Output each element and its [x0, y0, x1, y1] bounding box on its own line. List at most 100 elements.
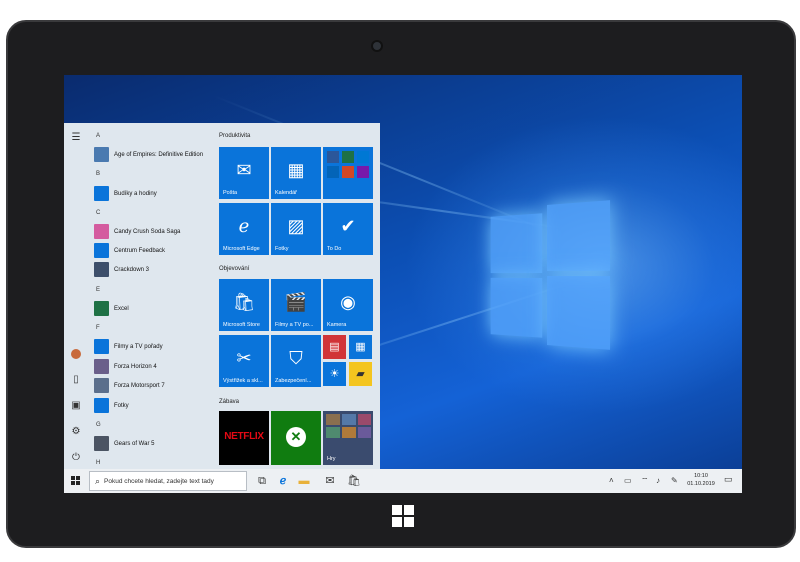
chevron-up-icon[interactable]: ˄ — [609, 474, 614, 488]
photos-icon — [94, 398, 109, 413]
search-placeholder: Pokud chcete hledat, zadejte text tady — [104, 477, 214, 485]
calendar-icon: ▦ — [287, 160, 305, 180]
start-button[interactable] — [64, 469, 88, 493]
app-icon — [94, 378, 109, 393]
shield-icon: ⛉ — [289, 348, 303, 368]
game-thumb — [326, 414, 340, 425]
hamburger-icon[interactable]: ☰ — [69, 131, 83, 145]
tile-mail[interactable]: ✉ Pošta — [219, 147, 269, 199]
windows-home-button[interactable] — [392, 505, 414, 527]
app-label: Forza Motorsport 7 — [114, 382, 165, 389]
tile-label: Výstřižek a skl... — [223, 378, 263, 384]
letter-header[interactable]: E — [96, 287, 100, 293]
onedrive-icon — [327, 166, 339, 178]
tile-camera[interactable]: ◉ Kamera — [323, 279, 373, 331]
tile-label: Zabezpečení... — [275, 378, 312, 384]
app-label: Excel — [114, 305, 129, 312]
xbox-icon: ✕ — [286, 427, 306, 447]
notification-icon[interactable]: ▭ — [724, 474, 733, 485]
letter-header[interactable]: G — [96, 422, 101, 428]
excel-icon — [94, 301, 109, 316]
outlook-icon — [357, 151, 369, 163]
wifi-icon[interactable]: ⌔ — [641, 474, 649, 488]
tile-photos[interactable]: ▨ Fotky — [271, 203, 321, 255]
sticky-note-icon: ▰ — [356, 368, 365, 380]
tile-security[interactable]: ⛉ Zabezpečení... — [271, 335, 321, 387]
tile-label: Pošta — [223, 190, 238, 196]
search-box[interactable]: ⌕ Pokud chcete hledat, zadejte text tady — [89, 471, 247, 491]
start-menu: ☰ ▯ ▣ ⚙ ⏻ A Age of Empires: Definitive E… — [64, 123, 380, 469]
group-title-productivity[interactable]: Produktivita — [219, 133, 250, 139]
app-item[interactable]: Fotky — [94, 397, 218, 414]
app-item[interactable]: Crackdown 3 — [94, 261, 218, 278]
tile-movies[interactable]: 🎬 Filmy a TV po... — [271, 279, 321, 331]
pen-icon[interactable]: ✎ — [671, 474, 678, 488]
windows-wallpaper-logo — [490, 200, 611, 350]
app-item[interactable]: Age of Empires: Definitive Edition — [94, 146, 218, 163]
user-avatar[interactable] — [69, 347, 83, 361]
taskbar: ⌕ Pokud chcete hledat, zadejte text tady… — [64, 469, 742, 493]
clock-time: 10:10 — [694, 473, 708, 479]
tile-games[interactable]: Hry — [323, 411, 373, 465]
excel-icon — [342, 151, 354, 163]
app-label: Crackdown 3 — [114, 266, 150, 273]
settings-icon[interactable]: ⚙ — [69, 425, 83, 439]
tile-snip[interactable]: ✂ Výstřižek a skl... — [219, 335, 269, 387]
letter-header[interactable]: H — [96, 460, 100, 466]
app-label: Centrum Feedback — [114, 247, 166, 254]
app-item[interactable]: Budíky a hodiny — [94, 185, 218, 202]
tile-label: Microsoft Edge — [223, 246, 260, 252]
pictures-icon[interactable]: ▣ — [69, 399, 83, 413]
app-item[interactable]: Filmy a TV pořady — [94, 338, 218, 355]
app-item[interactable]: Gears of War 5 — [94, 435, 218, 452]
tile-netflix[interactable]: NETFLIX — [219, 411, 269, 465]
letter-header[interactable]: A — [96, 133, 100, 139]
game-thumb — [358, 427, 371, 438]
tile-calculator[interactable]: ▦ — [349, 335, 372, 359]
document-icon[interactable]: ▯ — [69, 373, 83, 387]
clapper-icon: 🎬 — [284, 292, 308, 312]
tile-calendar[interactable]: ▦ Kalendář — [271, 147, 321, 199]
app-item[interactable]: Centrum Feedback — [94, 242, 218, 259]
onenote-icon — [357, 166, 369, 178]
letter-header[interactable]: B — [96, 171, 100, 177]
calculator-icon: ▦ — [355, 341, 366, 353]
edge-icon[interactable]: ℯ — [275, 473, 291, 489]
start-rail: ☰ ▯ ▣ ⚙ ⏻ — [64, 123, 88, 469]
tile-edge[interactable]: ℯ Microsoft Edge — [219, 203, 269, 255]
letter-header[interactable]: F — [96, 325, 100, 331]
tile-sticky-notes[interactable]: ▰ — [349, 362, 372, 386]
tile-xbox[interactable]: ✕ — [271, 411, 321, 465]
tile-label: To Do — [327, 246, 342, 252]
group-title-fun[interactable]: Zábava — [219, 399, 239, 405]
tile-weather[interactable]: ☀ — [323, 362, 346, 386]
movies-icon — [94, 339, 109, 354]
tile-office-group[interactable] — [323, 147, 373, 199]
mail-icon: ✉ — [236, 160, 252, 180]
volume-icon[interactable]: ♪ — [656, 474, 660, 488]
letter-header[interactable]: C — [96, 210, 100, 216]
store-icon[interactable]: 🛍 — [346, 473, 362, 489]
store-icon: 🛍 — [232, 292, 256, 312]
game-thumb — [342, 427, 356, 438]
sun-icon: ☀ — [329, 368, 340, 380]
tile-area: Produktivita ✉ Pošta ▦ Kalendář ℯ Microsoft… — [219, 123, 380, 469]
mail-icon[interactable]: ✉ — [322, 473, 338, 489]
battery-icon[interactable]: ▭ — [624, 474, 632, 488]
group-title-explore[interactable]: Objevování — [219, 266, 249, 272]
tile-news[interactable]: ▤ — [323, 335, 346, 359]
power-icon[interactable]: ⏻ — [69, 451, 83, 465]
app-item[interactable]: Candy Crush Soda Saga — [94, 223, 218, 240]
tile-label: Kamera — [327, 322, 347, 328]
tile-store[interactable]: 🛍 Microsoft Store — [219, 279, 269, 331]
app-item[interactable]: Forza Motorsport 7 — [94, 377, 218, 394]
app-icon — [94, 436, 109, 451]
tile-todo[interactable]: ✔ To Do — [323, 203, 373, 255]
app-item[interactable]: Excel — [94, 300, 218, 317]
clock[interactable]: 10:10 01.10.2019 — [681, 472, 721, 488]
tile-label: Microsoft Store — [223, 322, 260, 328]
tile-label: Fotky — [275, 246, 289, 252]
app-item[interactable]: Forza Horizon 4 — [94, 358, 218, 375]
file-explorer-icon[interactable]: ▬ — [296, 473, 312, 489]
task-view-icon[interactable]: ⧉ — [254, 473, 270, 489]
